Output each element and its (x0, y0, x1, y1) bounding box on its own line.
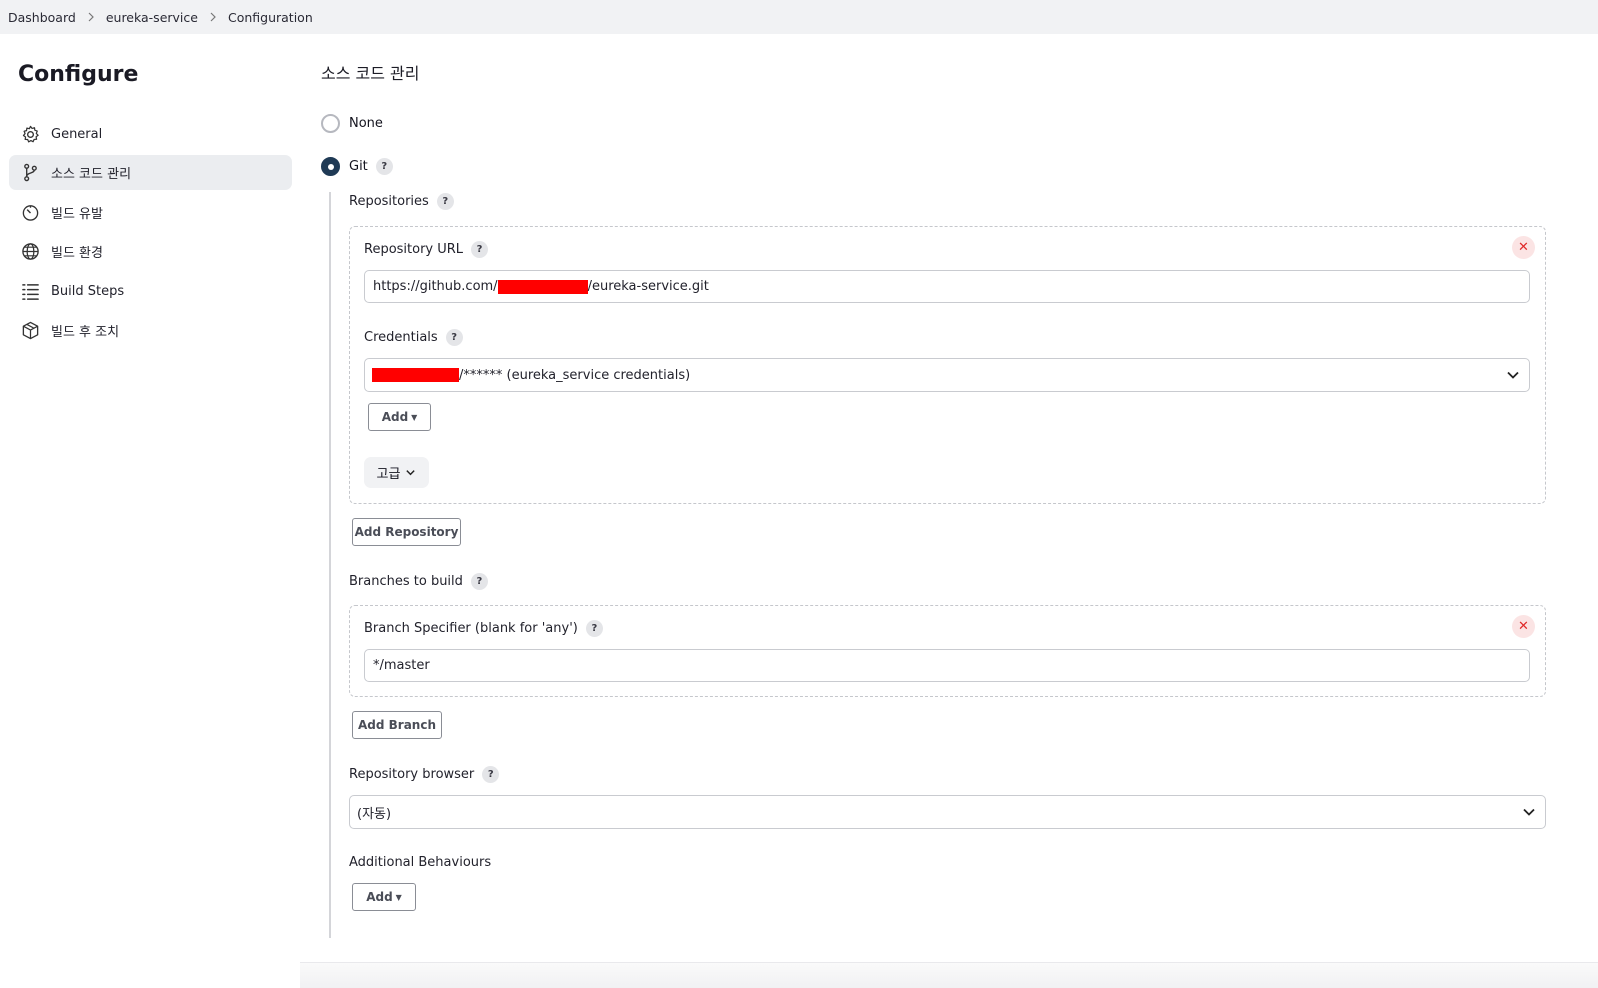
url-suffix: /eureka-service.git (587, 279, 709, 294)
repository-browser-label: Repository browser ? (349, 766, 500, 783)
radio-label: None (349, 116, 383, 131)
close-icon: ✕ (1518, 240, 1529, 255)
add-repository-button[interactable]: Add Repository (352, 518, 461, 546)
sidebar-item-post-build-actions[interactable]: 빌드 후 조치 (9, 313, 292, 348)
sidebar-item-label: 빌드 후 조치 (51, 325, 120, 340)
credentials-select[interactable]: /****** (eureka_service credentials) (364, 358, 1530, 392)
radio-option-git: Git ? (321, 157, 393, 176)
repository-url-input[interactable]: https://github.com/ /eureka-service.git (364, 270, 1530, 303)
help-icon[interactable]: ? (482, 766, 500, 783)
chevron-right-icon (76, 12, 106, 22)
sidebar-item-general[interactable]: General (9, 117, 292, 152)
sidebar-item-build-steps[interactable]: Build Steps (9, 274, 292, 309)
chevron-down-icon (1507, 371, 1519, 379)
repositories-label: Repositories ? (349, 193, 454, 210)
redaction-bar (372, 368, 459, 382)
repository-browser-select[interactable]: (자동) (349, 795, 1546, 829)
radio-label: Git (349, 159, 368, 174)
add-credentials-button[interactable]: Add ▼ (368, 403, 431, 431)
breadcrumb-eureka-service[interactable]: eureka-service (106, 10, 198, 25)
timer-icon (21, 203, 40, 222)
branches-label: Branches to build ? (349, 573, 488, 590)
chevron-down-icon (1523, 808, 1535, 816)
delete-repository-button[interactable]: ✕ (1512, 236, 1535, 259)
gear-icon (21, 125, 40, 144)
list-icon (21, 282, 40, 301)
breadcrumb-dashboard[interactable]: Dashboard (8, 10, 76, 25)
help-icon[interactable]: ? (585, 620, 603, 637)
sidebar-item-source-code[interactable]: 소스 코드 관리 (9, 155, 292, 190)
help-icon[interactable]: ? (445, 329, 463, 346)
branch-specifier-input[interactable]: */master (364, 649, 1530, 682)
help-icon[interactable]: ? (375, 158, 393, 175)
chevron-right-icon (198, 12, 228, 22)
git-branch-icon (21, 163, 40, 182)
repository-url-label: Repository URL ? (364, 241, 489, 258)
credentials-label: Credentials ? (364, 329, 463, 346)
globe-icon (21, 242, 40, 261)
package-icon (21, 321, 40, 340)
sidebar-item-label: 소스 코드 관리 (51, 167, 132, 182)
help-icon[interactable]: ? (436, 193, 454, 210)
redaction-bar (497, 279, 588, 294)
close-icon: ✕ (1518, 619, 1529, 634)
chevron-down-icon (406, 470, 416, 476)
sidebar-item-label: 빌드 유발 (51, 207, 103, 222)
sidebar-title: Configure (18, 62, 139, 87)
section-title: 소스 코드 관리 (321, 64, 420, 83)
bottom-action-bar (300, 962, 1598, 988)
sidebar-item-build-environment[interactable]: 빌드 환경 (9, 234, 292, 269)
advanced-button[interactable]: 고급 (364, 457, 429, 488)
caret-down-icon: ▼ (395, 892, 402, 902)
help-icon[interactable]: ? (470, 573, 488, 590)
sidebar-item-build-triggers[interactable]: 빌드 유발 (9, 195, 292, 230)
additional-behaviours-label: Additional Behaviours (349, 855, 492, 870)
section-divider (329, 192, 331, 938)
url-prefix: https://github.com/ (373, 279, 498, 294)
breadcrumb: Dashboard eureka-service Configuration (0, 0, 1598, 34)
sidebar-item-label: Build Steps (51, 284, 125, 299)
breadcrumb-configuration[interactable]: Configuration (228, 10, 313, 25)
sidebar-item-label: 빌드 환경 (51, 246, 103, 261)
caret-down-icon: ▼ (411, 412, 418, 422)
help-icon[interactable]: ? (471, 241, 489, 258)
radio-none[interactable] (321, 114, 340, 133)
branch-specifier-label: Branch Specifier (blank for 'any') ? (364, 620, 603, 637)
add-branch-button[interactable]: Add Branch (352, 711, 442, 739)
radio-option-none: None (321, 114, 383, 133)
sidebar-item-label: General (51, 127, 103, 142)
add-behaviour-button[interactable]: Add ▼ (352, 883, 416, 911)
radio-git[interactable] (321, 157, 340, 176)
credentials-value: /****** (eureka_service credentials) (459, 367, 691, 383)
delete-branch-button[interactable]: ✕ (1512, 615, 1535, 638)
